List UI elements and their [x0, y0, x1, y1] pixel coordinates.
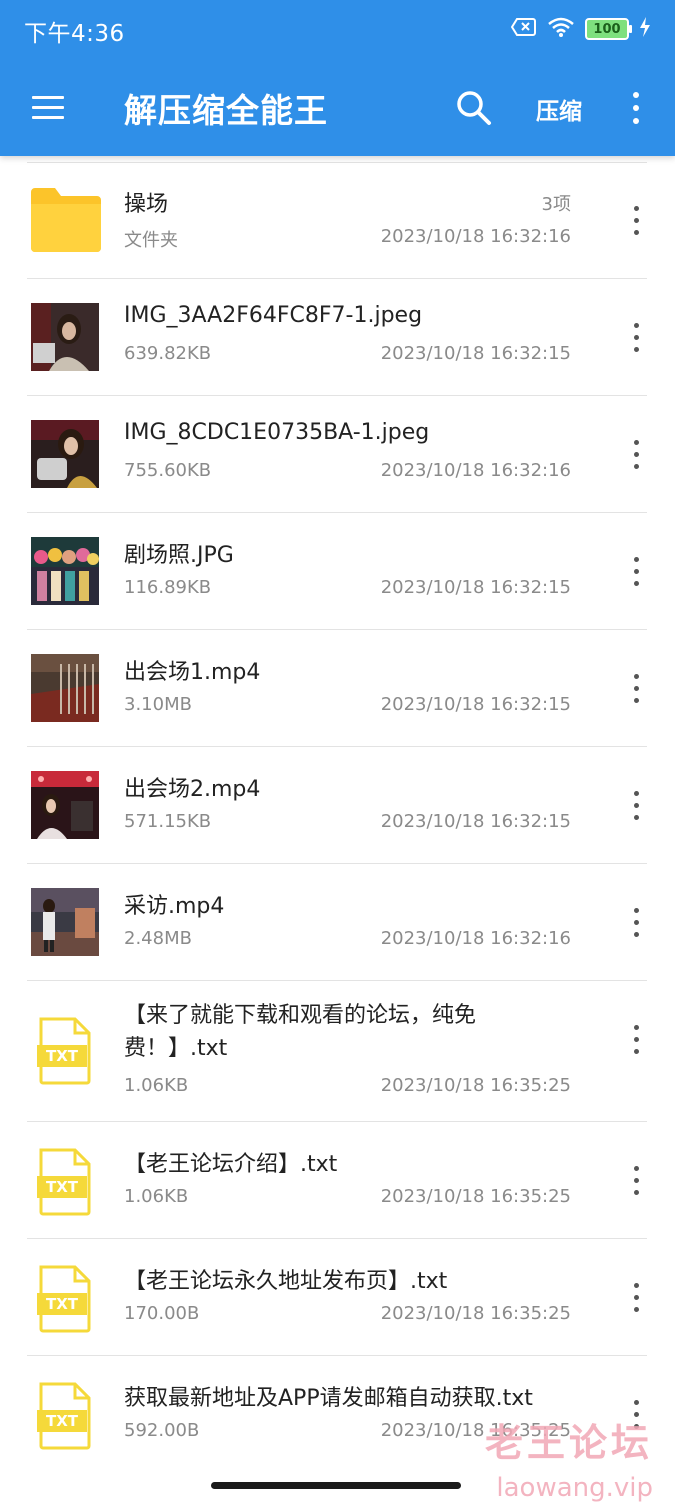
- row-more-icon[interactable]: [627, 1279, 647, 1319]
- txt-badge-label: TXT: [45, 1178, 79, 1196]
- charging-icon: [639, 17, 651, 41]
- row-more-icon[interactable]: [627, 319, 647, 359]
- txt-badge-label: TXT: [45, 1412, 79, 1430]
- file-name: IMG_3AA2F64FC8F7-1.jpeg: [124, 303, 423, 328]
- row-more-icon[interactable]: [627, 553, 647, 593]
- more-options-icon[interactable]: [626, 88, 646, 128]
- menu-icon[interactable]: [28, 90, 68, 126]
- txt-badge-label: TXT: [45, 1295, 79, 1313]
- txt-file-icon: TXT: [37, 1148, 93, 1216]
- row-more-icon[interactable]: [627, 904, 647, 944]
- file-date: 2023/10/18 16:35:25: [380, 1186, 571, 1207]
- file-date: 2023/10/18 16:32:15: [380, 343, 571, 364]
- item-count: 3项: [541, 194, 571, 215]
- video-thumbnail: [31, 888, 99, 956]
- file-row-folder[interactable]: 操场 文件夹 3项 2023/10/18 16:32:16: [27, 162, 647, 279]
- txt-file-icon: TXT: [37, 1017, 93, 1085]
- image-thumbnail: [31, 420, 99, 488]
- video-thumbnail: [31, 654, 99, 722]
- row-more-icon[interactable]: [627, 1021, 647, 1061]
- search-icon[interactable]: [454, 88, 494, 128]
- file-name: 出会场1.mp4: [124, 660, 261, 685]
- file-name: 【老王论坛永久地址发布页】.txt: [124, 1269, 448, 1294]
- file-size: 571.15KB: [124, 811, 212, 832]
- file-name: 获取最新地址及APP请发邮箱自动获取.txt: [124, 1386, 533, 1411]
- file-date: 2023/10/18 16:35:25: [380, 1075, 571, 1096]
- file-row[interactable]: TXT 【老王论坛永久地址发布页】.txt 170.00B 2023/10/18…: [27, 1239, 647, 1356]
- file-name: 【来了就能下载和观看的论坛，纯免费！】.txt: [124, 1003, 477, 1061]
- file-size: 639.82KB: [124, 343, 212, 364]
- file-date: 2023/10/18 16:32:15: [380, 577, 571, 598]
- file-name: 出会场2.mp4: [124, 777, 261, 802]
- home-indicator[interactable]: [211, 1482, 461, 1489]
- file-size: 1.06KB: [124, 1186, 189, 1207]
- file-row[interactable]: 出会场1.mp4 3.10MB 2023/10/18 16:32:15: [27, 630, 647, 747]
- file-size: 592.00B: [124, 1420, 200, 1441]
- txt-file-icon: TXT: [37, 1382, 93, 1450]
- file-date: 2023/10/18 16:32:15: [380, 811, 571, 832]
- row-more-icon[interactable]: [627, 1162, 647, 1202]
- file-date: 2023/10/18 16:32:16: [380, 460, 571, 481]
- no-sim-icon: [510, 17, 537, 41]
- compress-button[interactable]: 压缩: [536, 92, 582, 126]
- file-size: 755.60KB: [124, 460, 212, 481]
- app-bar: 下午4:36 100 解压缩全能王 压缩: [0, 0, 675, 156]
- file-name: 操场: [124, 192, 169, 217]
- image-thumbnail: [31, 537, 99, 605]
- status-time: 下午4:36: [24, 21, 125, 47]
- wifi-icon: [547, 16, 575, 42]
- row-more-icon[interactable]: [627, 787, 647, 827]
- status-bar: 下午4:36 100: [0, 0, 675, 60]
- file-row[interactable]: 剧场照.JPG 116.89KB 2023/10/18 16:32:15: [27, 513, 647, 630]
- folder-icon: [31, 188, 101, 252]
- row-more-icon[interactable]: [627, 670, 647, 710]
- file-size: 1.06KB: [124, 1075, 189, 1096]
- txt-badge-label: TXT: [45, 1047, 79, 1065]
- app-title: 解压缩全能王: [124, 91, 328, 130]
- file-row[interactable]: IMG_3AA2F64FC8F7-1.jpeg 639.82KB 2023/10…: [27, 279, 647, 396]
- file-date: 2023/10/18 16:32:16: [380, 928, 571, 949]
- file-size: 3.10MB: [124, 694, 192, 715]
- file-row[interactable]: IMG_8CDC1E0735BA-1.jpeg 755.60KB 2023/10…: [27, 396, 647, 513]
- file-row[interactable]: TXT 【老王论坛介绍】.txt 1.06KB 2023/10/18 16:35…: [27, 1122, 647, 1239]
- file-name: IMG_8CDC1E0735BA-1.jpeg: [124, 420, 430, 445]
- file-row[interactable]: TXT 【来了就能下载和观看的论坛，纯免费！】.txt 1.06KB 2023/…: [27, 981, 647, 1122]
- watermark-url: laowang.vip: [496, 1473, 653, 1503]
- file-date: 2023/10/18 16:35:25: [380, 1303, 571, 1324]
- file-type: 文件夹: [124, 230, 178, 251]
- file-date: 2023/10/18 16:32:15: [380, 694, 571, 715]
- file-name: 剧场照.JPG: [124, 543, 234, 568]
- image-thumbnail: [31, 303, 99, 371]
- txt-file-icon: TXT: [37, 1265, 93, 1333]
- row-more-icon[interactable]: [627, 436, 647, 476]
- file-row[interactable]: 出会场2.mp4 571.15KB 2023/10/18 16:32:15: [27, 747, 647, 864]
- file-name: 【老王论坛介绍】.txt: [124, 1152, 338, 1177]
- file-size: 170.00B: [124, 1303, 200, 1324]
- battery-icon: 100: [585, 18, 632, 40]
- watermark-text: 老王论坛: [484, 1421, 653, 1465]
- toolbar: 解压缩全能王 压缩: [0, 60, 675, 156]
- row-more-icon[interactable]: [627, 202, 647, 242]
- watermark: 老王论坛 laowang.vip: [485, 1412, 653, 1503]
- file-date: 2023/10/18 16:32:16: [380, 226, 571, 247]
- file-size: 2.48MB: [124, 928, 192, 949]
- file-row[interactable]: 采访.mp4 2.48MB 2023/10/18 16:32:16: [27, 864, 647, 981]
- file-name: 采访.mp4: [124, 894, 225, 919]
- video-thumbnail: [31, 771, 99, 839]
- file-size: 116.89KB: [124, 577, 212, 598]
